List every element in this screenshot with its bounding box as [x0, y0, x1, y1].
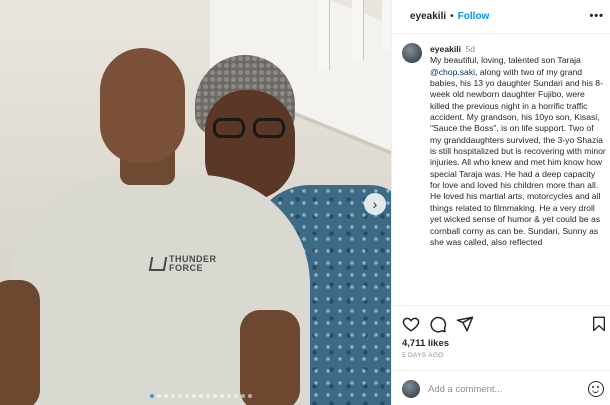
- caption-time: 5d: [465, 44, 476, 54]
- comment-icon[interactable]: [429, 315, 447, 333]
- eyeglasses: [213, 118, 287, 140]
- share-icon[interactable]: [456, 315, 474, 333]
- carousel-dot: [206, 394, 210, 398]
- more-options-icon[interactable]: •••: [589, 10, 604, 22]
- post-caption: eyeakili 5d My beautiful, loving, talent…: [402, 43, 607, 300]
- carousel-dot: [192, 394, 196, 398]
- emoji-icon[interactable]: [588, 381, 604, 397]
- man-arm: [240, 310, 300, 405]
- post-timestamp: 5 DAYS AGO: [402, 352, 444, 359]
- caption-text: eyeakili 5d My beautiful, loving, talent…: [430, 44, 606, 248]
- stair-baluster: [352, 0, 363, 60]
- heart-icon[interactable]: [402, 315, 420, 333]
- comment-input[interactable]: [428, 380, 578, 398]
- comment-bar: [392, 370, 610, 405]
- chevron-right-icon[interactable]: ›: [364, 193, 386, 215]
- caption-body-part: My beautiful, loving, talented son Taraj…: [430, 55, 581, 66]
- post-details-panel: eyeakili • Follow ••• eyeakili 5d My bea…: [391, 0, 610, 405]
- caption-fade: [402, 290, 607, 300]
- carousel-dot: [227, 394, 231, 398]
- stair-baluster: [318, 0, 329, 70]
- carousel-dot: [185, 394, 189, 398]
- carousel-dot: [157, 394, 161, 398]
- likes-count[interactable]: 4,711 likes: [402, 338, 449, 349]
- carousel-dot: [164, 394, 168, 398]
- carousel-dot: [248, 394, 252, 398]
- post-header: eyeakili • Follow •••: [392, 0, 610, 34]
- header-separator: •: [450, 11, 454, 22]
- shirt-logo: THUNDER FORCE: [148, 255, 216, 273]
- follow-button[interactable]: Follow: [458, 11, 490, 22]
- man-arm: [0, 280, 40, 405]
- post-username[interactable]: eyeakili: [410, 11, 446, 22]
- carousel-dot: [234, 394, 238, 398]
- man-face: [100, 48, 185, 163]
- caption-body-part: , along with two of my grand babies, his…: [430, 66, 606, 247]
- avatar[interactable]: [402, 43, 422, 63]
- carousel-dot: [171, 394, 175, 398]
- stair-baluster: [382, 0, 391, 50]
- carousel-dots: [150, 394, 252, 398]
- post-photo[interactable]: THUNDER FORCE ›: [0, 0, 391, 405]
- carousel-dot: [178, 394, 182, 398]
- caption-username[interactable]: eyeakili: [430, 44, 461, 54]
- avatar: [402, 380, 420, 398]
- carousel-dot: [150, 394, 154, 398]
- post-actions: [392, 305, 610, 339]
- carousel-dot: [241, 394, 245, 398]
- carousel-dot: [220, 394, 224, 398]
- bookmark-icon[interactable]: [591, 315, 607, 333]
- carousel-dot: [199, 394, 203, 398]
- caption-mention-link[interactable]: @chop.saki: [430, 67, 475, 77]
- carousel-dot: [213, 394, 217, 398]
